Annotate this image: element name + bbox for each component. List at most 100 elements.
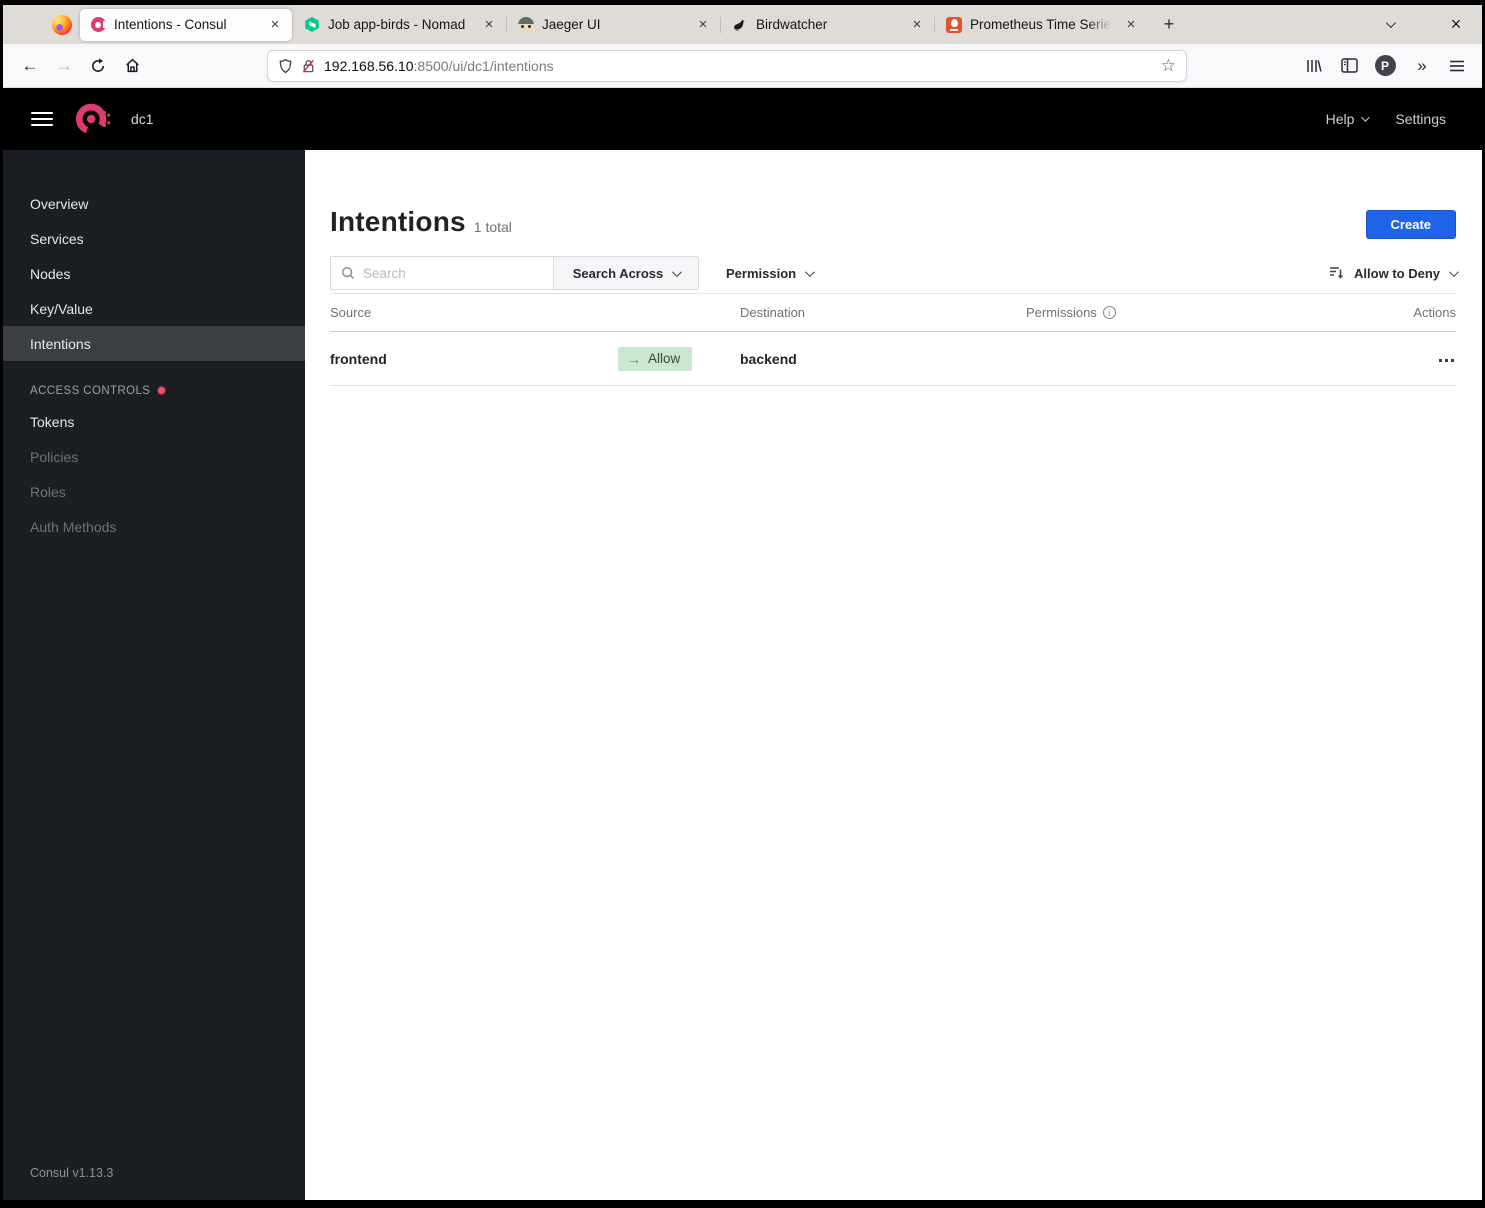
library-icon[interactable]	[1298, 51, 1328, 81]
list-all-tabs-button[interactable]	[1374, 10, 1404, 40]
sidebar-item-intentions[interactable]: Intentions	[3, 326, 305, 361]
bird-favicon-icon	[732, 17, 748, 33]
sidebar-nav: Overview Services Nodes Key/Value Intent…	[3, 150, 305, 1200]
sidebar-item-auth-methods[interactable]: Auth Methods	[3, 509, 305, 544]
page-title: Intentions	[330, 206, 466, 237]
permission-filter-dropdown[interactable]: Permission	[726, 265, 815, 281]
sidebar-menu-icon[interactable]	[31, 112, 53, 126]
tab-close-icon[interactable]: ×	[694, 16, 712, 34]
bookmark-star-icon[interactable]: ☆	[1161, 56, 1176, 76]
create-button[interactable]: Create	[1365, 210, 1456, 239]
tab-close-icon[interactable]: ×	[266, 16, 284, 34]
app-menu-hamburger-icon[interactable]	[1442, 51, 1472, 81]
sidebar-item-label: Intentions	[30, 335, 91, 352]
back-button[interactable]: ←	[15, 51, 45, 81]
allow-badge: → Allow	[618, 346, 693, 371]
tab-title: Intentions - Consul	[114, 17, 227, 32]
settings-link[interactable]: Settings	[1395, 111, 1446, 127]
tab-title: Prometheus Time Series C	[970, 17, 1114, 32]
firefox-view-button[interactable]	[45, 10, 79, 40]
access-controls-section-label: ACCESS CONTROLS	[3, 377, 305, 404]
sidebar-item-label: Policies	[30, 448, 79, 465]
url-bar[interactable]: 192.168.56.10:8500/ui/dc1/intentions ☆	[267, 49, 1187, 82]
sort-dropdown[interactable]: Allow to Deny	[1329, 265, 1459, 281]
consul-version-label: Consul v1.13.3	[30, 1166, 114, 1180]
info-icon[interactable]: i	[1102, 306, 1116, 319]
tab-close-icon[interactable]: ×	[480, 16, 498, 34]
tab-nomad[interactable]: Job app-birds - Nomad ×	[292, 9, 506, 41]
tab-title: Job app-birds - Nomad	[328, 17, 466, 32]
tab-jaeger[interactable]: Jaeger UI ×	[506, 9, 720, 41]
consul-app: dc1 Help Settings Overview Services Node…	[3, 88, 1482, 1200]
sidebar-toggle-icon[interactable]	[1334, 51, 1364, 81]
sort-icon	[1330, 267, 1344, 279]
permission-filter-label: Permission	[726, 265, 797, 281]
sidebar-item-roles[interactable]: Roles	[3, 474, 305, 509]
datacenter-selector[interactable]: dc1	[131, 111, 154, 127]
column-header-source: Source	[330, 305, 372, 320]
tab-close-icon[interactable]: ×	[1122, 16, 1140, 34]
firefox-icon	[52, 14, 72, 35]
search-input[interactable]	[363, 265, 543, 281]
browser-window: Intentions - Consul × Job app-birds - No…	[3, 5, 1482, 1200]
window-close-button[interactable]: ×	[1444, 14, 1468, 35]
sidebar-item-overview[interactable]: Overview	[3, 186, 305, 221]
tab-prometheus[interactable]: Prometheus Time Series C ×	[934, 9, 1148, 41]
help-menu[interactable]: Help	[1325, 111, 1371, 127]
help-label: Help	[1325, 111, 1355, 127]
tab-title: Birdwatcher	[756, 17, 828, 32]
chevron-down-icon	[1385, 18, 1396, 29]
nomad-favicon-icon	[304, 17, 320, 33]
destination-cell: backend	[740, 350, 797, 367]
settings-label: Settings	[1395, 111, 1446, 127]
tab-birdwatcher[interactable]: Birdwatcher ×	[720, 9, 934, 41]
sidebar-item-tokens[interactable]: Tokens	[3, 404, 305, 439]
prometheus-favicon-icon	[946, 16, 962, 33]
filter-bar: Search Across Permission Allow to Deny	[330, 255, 1459, 291]
sidebar-item-label: Overview	[30, 195, 89, 212]
toolbar-right-icons: P »	[1298, 51, 1472, 81]
url-text[interactable]: 192.168.56.10:8500/ui/dc1/intentions	[324, 58, 1161, 74]
consul-favicon-icon	[90, 17, 107, 33]
column-header-destination: Destination	[740, 305, 806, 320]
sidebar-item-services[interactable]: Services	[3, 221, 305, 256]
profile-account-button[interactable]: P	[1370, 51, 1400, 81]
home-button[interactable]	[117, 51, 147, 81]
reload-button[interactable]	[83, 51, 113, 81]
navigation-toolbar: ← → 192.168.56.10:8500/ui/dc1/intentions…	[3, 44, 1482, 88]
sort-label: Allow to Deny	[1354, 265, 1440, 281]
consul-header: dc1 Help Settings	[3, 88, 1482, 150]
permission-label: Allow	[648, 351, 681, 366]
intention-row[interactable]: frontend → Allow backend	[330, 332, 1456, 386]
url-host: 192.168.56.10	[324, 57, 414, 74]
sidebar-item-label: Auth Methods	[30, 518, 117, 535]
consul-logo-icon[interactable]	[75, 100, 113, 138]
tracking-shield-icon[interactable]	[278, 58, 293, 74]
sidebar-item-label: Nodes	[30, 265, 71, 282]
sidebar-item-nodes[interactable]: Nodes	[3, 256, 305, 291]
forward-button[interactable]: →	[49, 51, 79, 81]
tab-close-icon[interactable]: ×	[908, 16, 926, 34]
jaeger-favicon-icon	[518, 16, 534, 33]
main-content: Intentions 1 total Create Search Across	[305, 150, 1482, 1200]
sidebar-item-label: Key/Value	[30, 300, 93, 317]
sidebar-item-keyvalue[interactable]: Key/Value	[3, 291, 305, 326]
table-header-row: Source Destination Permissions i Actions	[330, 294, 1456, 331]
search-box[interactable]	[331, 257, 553, 289]
tab-bar: Intentions - Consul × Job app-birds - No…	[3, 5, 1482, 44]
chevron-down-icon	[805, 266, 815, 277]
actions-cell	[1376, 349, 1456, 368]
sidebar-item-policies[interactable]: Policies	[3, 439, 305, 474]
search-across-dropdown[interactable]: Search Across	[553, 257, 698, 289]
tab-consul[interactable]: Intentions - Consul ×	[80, 8, 292, 41]
total-count-label: 1 total	[473, 219, 512, 235]
overflow-menu-icon[interactable]: »	[1406, 51, 1436, 81]
row-actions-menu-icon[interactable]	[1437, 353, 1457, 369]
permissions-header-label: Permissions	[1026, 305, 1097, 320]
insecure-lock-icon[interactable]	[301, 58, 316, 74]
section-label: ACCESS CONTROLS	[30, 384, 151, 397]
source-cell: frontend	[330, 350, 387, 367]
url-path: :8500/ui/dc1/intentions	[413, 57, 554, 74]
new-tab-button[interactable]: +	[1155, 11, 1183, 39]
search-icon	[342, 267, 355, 280]
